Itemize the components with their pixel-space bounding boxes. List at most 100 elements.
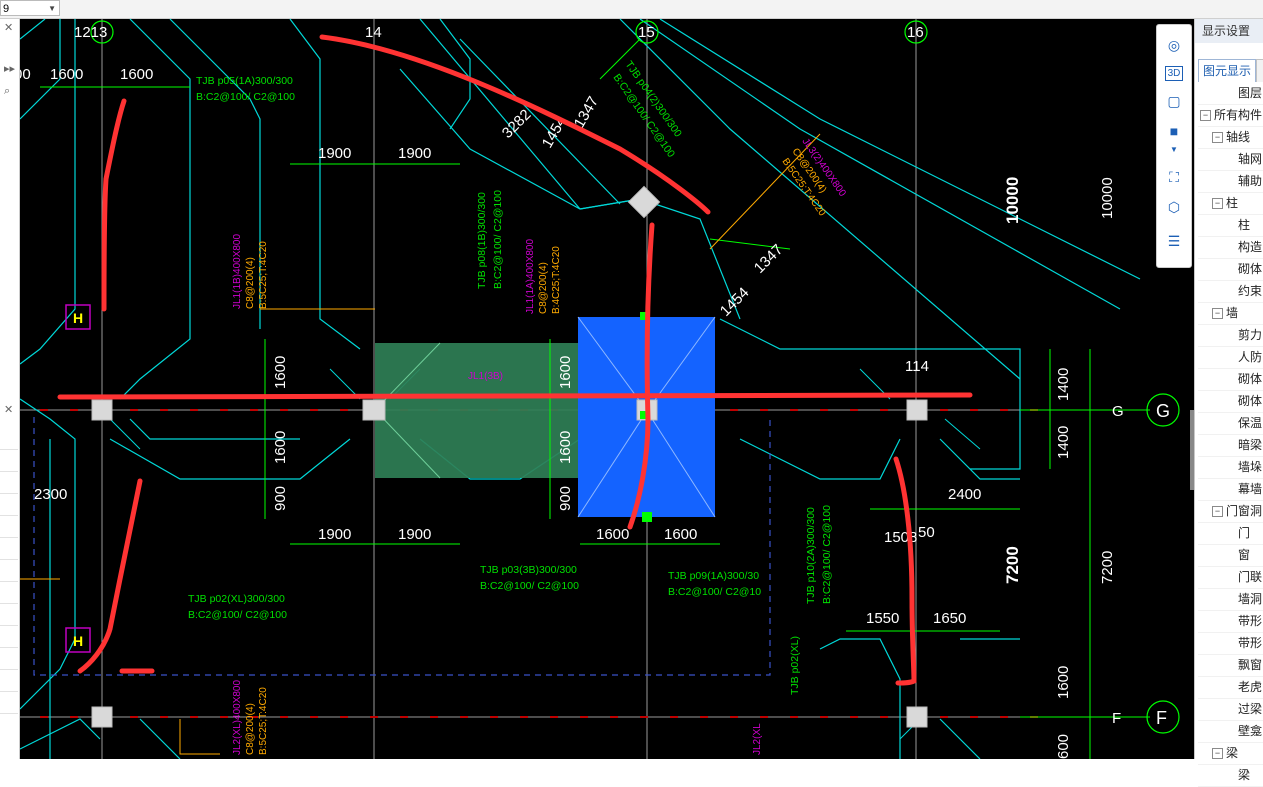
tree-item[interactable]: 窗 (1198, 545, 1263, 567)
tree-item[interactable]: − 轴线 (1198, 127, 1263, 149)
tree-item[interactable]: 梁 (1198, 765, 1263, 787)
tree-item-label: 约束 (1238, 284, 1263, 298)
tree-item[interactable]: 轴网 (1198, 149, 1263, 171)
tjb-label: B:C2@100/ C2@10 (668, 586, 761, 598)
selected-footing-green[interactable] (375, 343, 578, 478)
svg-text:H: H (73, 310, 83, 326)
floor-select-value: 9 (3, 3, 10, 15)
chevron-down-icon[interactable]: ▼ (1162, 143, 1186, 155)
cube-solid-icon[interactable]: ■ (1162, 119, 1186, 143)
beam-label: JL2(XL)400X800 (232, 680, 243, 755)
tree-item-label: 辅助 (1238, 174, 1263, 188)
tree-item[interactable]: 辅助 (1198, 171, 1263, 193)
tree-item-label: 窗 (1238, 548, 1251, 562)
dim-text: 900 (272, 486, 289, 511)
dim-text: 1550 (866, 610, 899, 627)
beam-label: C8@200(4) (245, 257, 256, 309)
left-side-pane: ✕ ▸▸ ⌕ ✕ (0, 19, 20, 759)
tree-item-label: 门 (1238, 526, 1251, 540)
beam-label: JL1(3B) (468, 371, 503, 382)
axis-label-f: F (1112, 710, 1121, 727)
tree-item[interactable]: 门联 (1198, 567, 1263, 589)
drawing-canvas[interactable]: H H 1213 14 15 16 G G F F 0 1600 1600 19… (20, 19, 1194, 759)
tree-item[interactable]: 门 (1198, 523, 1263, 545)
tree-item[interactable]: 砌体 (1198, 259, 1263, 281)
tree-item[interactable]: 幕墙 (1198, 479, 1263, 501)
axis-label-14: 14 (365, 24, 382, 41)
search-icon[interactable]: ⌕ (4, 85, 10, 98)
tree-item[interactable]: 砌体 (1198, 369, 1263, 391)
tree-item-label: 门窗洞 (1226, 504, 1263, 518)
tree-toggle-icon[interactable]: − (1212, 132, 1223, 143)
tree-item[interactable]: 砌体 (1198, 391, 1263, 413)
tree-item-label: 梁 (1238, 768, 1251, 782)
tjb-label: B:C2@100/ C2@100 (821, 505, 833, 604)
tree-toggle-icon[interactable]: − (1212, 506, 1223, 517)
tree-item-label: 过梁 (1238, 702, 1263, 716)
beam-label: C8@200(4) (245, 703, 256, 755)
tree-item[interactable]: 带形 (1198, 611, 1263, 633)
axis-label-16: 16 (907, 24, 924, 41)
tjb-label: TJB p08(1B)300/300 (476, 192, 488, 289)
dim-text: 1600 (272, 356, 289, 389)
tree-toggle-icon[interactable]: − (1200, 110, 1211, 121)
component-cube-icon[interactable]: ⬡ (1162, 195, 1186, 219)
dim-text: 7200 (1099, 551, 1116, 584)
tree-item[interactable]: 保温 (1198, 413, 1263, 435)
tree-item[interactable]: − 门窗洞 (1198, 501, 1263, 523)
dim-text: 1400 (1055, 426, 1072, 459)
tree-item-label: 砌体 (1238, 262, 1263, 276)
tree-item[interactable]: − 所有构件 (1198, 105, 1263, 127)
tab-element-display[interactable]: 图元显示 (1198, 59, 1256, 82)
tree-item[interactable]: 人防 (1198, 347, 1263, 369)
tree-item[interactable]: 带形 (1198, 633, 1263, 655)
panel-title: 显示设置 (1195, 19, 1263, 43)
close-icon[interactable]: ✕ (4, 21, 13, 34)
tree-item[interactable]: 壁龛 (1198, 721, 1263, 743)
top-toolbar: 9 ▼ (0, 0, 1263, 19)
dim-text: 2400 (948, 486, 981, 503)
tree-item-label: 轴线 (1226, 130, 1251, 144)
display-settings-icon[interactable]: ☰ (1162, 229, 1186, 253)
beam-label: B:5C25;T:4C20 (258, 241, 269, 309)
display-settings-panel: 显示设置 图元显示 图层 − 所有构件 − 轴线 轴网 辅助 − 柱柱构造 砌体 约束 − 墙剪力 人防砌… (1194, 19, 1263, 787)
tree-item[interactable]: 老虎 (1198, 677, 1263, 699)
expand-arrows-icon[interactable]: ▸▸ (4, 62, 15, 75)
tree-item-label: 壁龛 (1238, 724, 1263, 738)
tjb-label: TJB p10(2A)300/300 (805, 507, 817, 604)
tree-item[interactable]: − 墙 (1198, 303, 1263, 325)
close-icon[interactable]: ✕ (4, 403, 13, 416)
big-dimension-texts: 10000 7200 (1003, 177, 1022, 584)
tree-item[interactable]: 墙洞 (1198, 589, 1263, 611)
orbit-icon[interactable]: ◎ (1162, 33, 1186, 57)
tree-item[interactable]: 构造 (1198, 237, 1263, 259)
tree-item-label: 墙垛 (1238, 460, 1263, 474)
tree-item[interactable]: 墙垛 (1198, 457, 1263, 479)
tree-item[interactable]: 约束 (1198, 281, 1263, 303)
floor-select[interactable]: 9 ▼ (0, 0, 60, 16)
tree-toggle-icon[interactable]: − (1212, 198, 1223, 209)
dim-text: 600 (1055, 734, 1072, 759)
view-3d-icon[interactable]: 3D (1162, 61, 1186, 85)
axis-label-15: 15 (638, 24, 655, 41)
tree-toggle-icon[interactable]: − (1212, 308, 1223, 319)
tab-next[interactable] (1256, 59, 1263, 82)
dim-text: 1900 (398, 145, 431, 162)
dim-text: 114 (905, 358, 929, 375)
tree-item[interactable]: 过梁 (1198, 699, 1263, 721)
tree-item[interactable]: 飘窗 (1198, 655, 1263, 677)
fullscreen-icon[interactable]: ⛶ (1162, 165, 1186, 189)
tree-item-label: 所有构件 (1214, 108, 1263, 122)
tree-item[interactable]: − 柱 (1198, 193, 1263, 215)
tree-item-label: 构造 (1238, 240, 1263, 254)
tree-item[interactable]: 剪力 (1198, 325, 1263, 347)
tjb-label: TJB p03(3B)300/300 (480, 564, 577, 576)
cube-outline-icon[interactable]: ▢ (1162, 89, 1186, 113)
axis-bubble-f: F (1156, 708, 1167, 728)
tree-item[interactable]: − 梁 (1198, 743, 1263, 765)
dim-text: 900 (557, 486, 574, 511)
tree-item[interactable]: 图层 (1198, 83, 1263, 105)
tree-toggle-icon[interactable]: − (1212, 748, 1223, 759)
tree-item[interactable]: 柱 (1198, 215, 1263, 237)
tree-item[interactable]: 暗梁 (1198, 435, 1263, 457)
